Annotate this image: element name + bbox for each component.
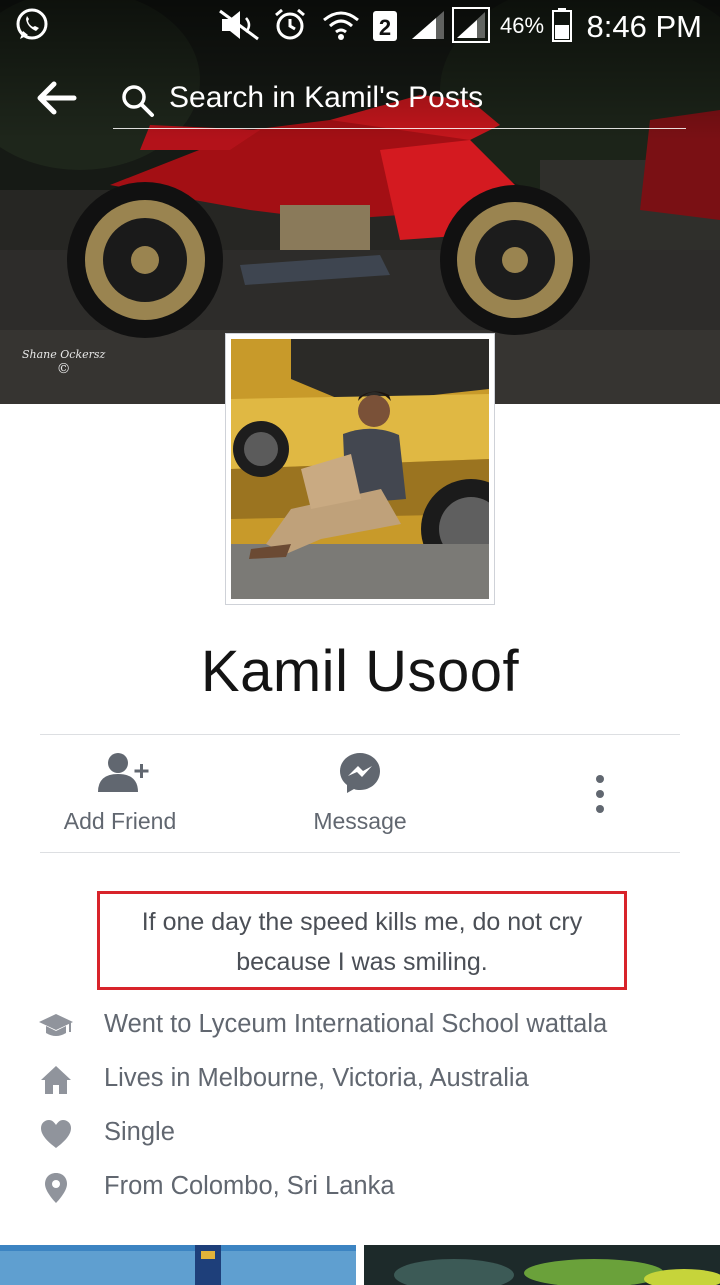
search-input[interactable]: Search in Kamil's Posts — [169, 81, 483, 115]
status-bar: 2 46% 8:46 PM — [0, 0, 720, 50]
bio-highlight-box: If one day the speed kills me, do not cr… — [97, 891, 627, 990]
more-options-button[interactable] — [580, 770, 620, 820]
intro-relationship[interactable]: Single — [0, 1108, 720, 1158]
battery-percent: 46% — [500, 13, 545, 38]
intro-education[interactable]: Went to Lyceum International School watt… — [0, 1000, 720, 1050]
graduation-cap-icon — [39, 1014, 73, 1036]
status-time: 8:46 PM — [586, 9, 702, 44]
alarm-icon — [275, 8, 305, 40]
divider-top — [40, 734, 680, 735]
divider-bottom — [40, 852, 680, 853]
heart-icon — [41, 1120, 71, 1148]
intro-lives-in[interactable]: Lives in Melbourne, Victoria, Australia — [0, 1054, 720, 1104]
bio-text: If one day the speed kills me, do not cr… — [141, 908, 583, 976]
signal-icon-2 — [452, 7, 490, 43]
profile-picture[interactable] — [225, 333, 495, 605]
intro-education-text: Went to Lyceum International School watt… — [104, 1010, 608, 1038]
intro-relationship-text: Single — [104, 1118, 175, 1146]
cover-watermark: Shane Ockersz © — [22, 348, 106, 377]
wifi-icon — [323, 11, 359, 40]
add-friend-button[interactable]: Add Friend — [30, 750, 210, 846]
battery-icon — [552, 8, 572, 42]
intro-hometown[interactable]: From Colombo, Sri Lanka — [0, 1162, 720, 1212]
add-friend-icon — [98, 753, 149, 792]
search-icon — [122, 85, 154, 117]
intro-lives-in-text: Lives in Melbourne, Victoria, Australia — [104, 1064, 529, 1092]
featured-photo-2[interactable] — [364, 1245, 720, 1285]
profile-name: Kamil Usoof — [200, 639, 520, 704]
add-friend-label: Add Friend — [63, 808, 177, 834]
more-vertical-icon — [596, 775, 604, 813]
home-icon — [41, 1066, 71, 1094]
intro-hometown-text: From Colombo, Sri Lanka — [104, 1172, 395, 1200]
back-button[interactable] — [34, 80, 78, 116]
arrow-left-icon — [37, 81, 77, 115]
mute-icon — [219, 9, 259, 41]
messenger-icon — [340, 753, 380, 793]
svg-text:2: 2 — [379, 15, 391, 40]
search-bar[interactable]: Search in Kamil's Posts — [113, 72, 686, 129]
featured-photo-1[interactable] — [0, 1245, 356, 1285]
location-pin-icon — [45, 1173, 67, 1203]
message-label: Message — [313, 808, 407, 834]
whatsapp-icon — [16, 8, 48, 40]
signal-icon — [412, 11, 444, 39]
profile-photo — [231, 339, 489, 599]
sim-2-icon: 2 — [373, 11, 397, 41]
message-button[interactable]: Message — [270, 750, 450, 846]
